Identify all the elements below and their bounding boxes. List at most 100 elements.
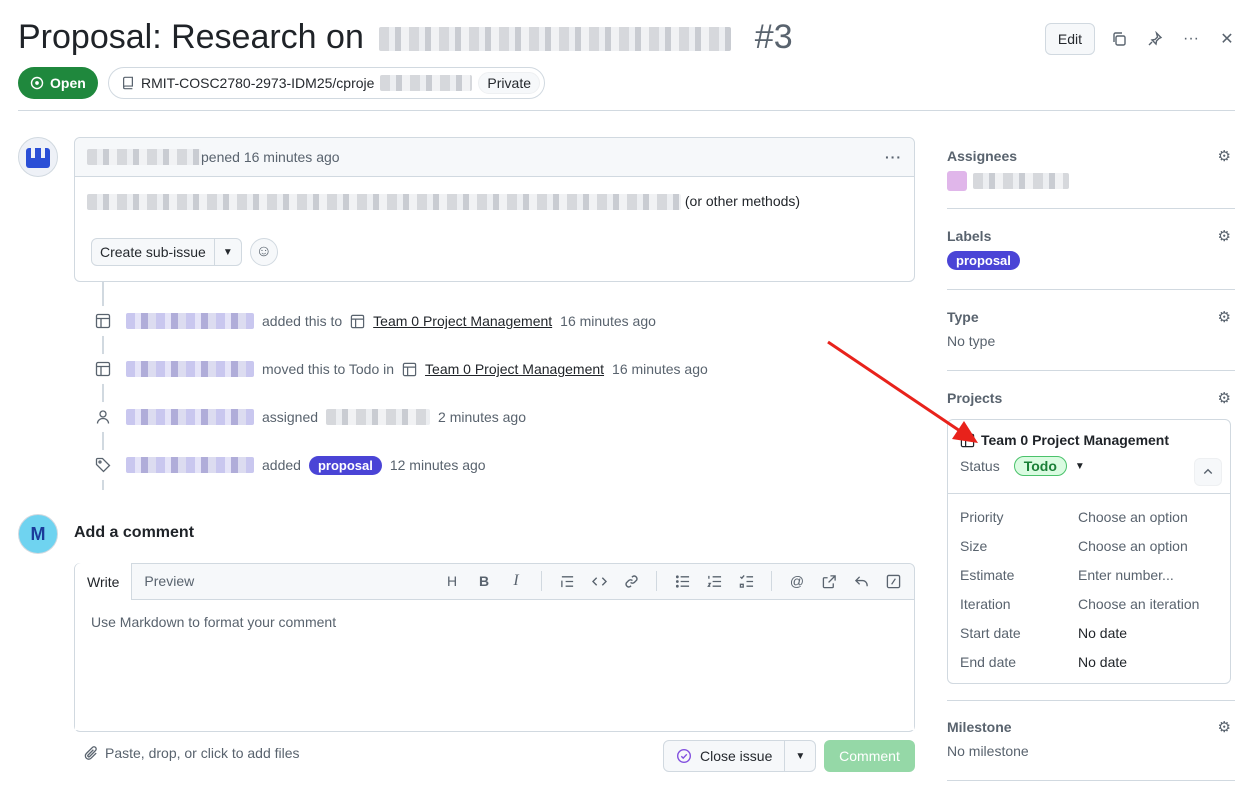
quote-icon[interactable]: [552, 566, 582, 596]
table-icon: [88, 306, 118, 336]
status-select[interactable]: Todo ▼: [1013, 456, 1085, 476]
project-field-estimate: Estimate Enter number...: [948, 560, 1230, 589]
ordered-list-icon[interactable]: [699, 566, 729, 596]
heading-icon[interactable]: H: [437, 566, 467, 596]
task-list-icon[interactable]: [731, 566, 761, 596]
timeline-event: added this to Team 0 Project Management …: [88, 306, 656, 336]
timeline-time: 16 minutes ago: [612, 361, 708, 377]
project-status-row: Status Todo ▼: [960, 456, 1218, 476]
tab-write[interactable]: Write: [75, 563, 133, 600]
link-icon[interactable]: [616, 566, 646, 596]
repo-link[interactable]: RMIT-COSC2780-2973-IDM25/cproje Private: [108, 67, 545, 99]
comment-options-icon[interactable]: ···: [885, 149, 902, 165]
chevron-down-icon[interactable]: ▼: [784, 741, 815, 771]
timeline-action: added this to: [262, 313, 343, 329]
unordered-list-icon[interactable]: [667, 566, 697, 596]
current-user-avatar[interactable]: M: [18, 514, 58, 554]
project-card: Team 0 Project Management Status Todo ▼ …: [947, 419, 1231, 684]
close-issue-button[interactable]: Close issue ▼: [663, 740, 817, 772]
field-key: Start date: [960, 624, 1021, 641]
milestone-title: Milestone: [947, 719, 1012, 735]
repo-visibility-badge: Private: [478, 72, 540, 94]
field-value[interactable]: No date: [1078, 654, 1127, 670]
assignees-heading: Assignees ⚙: [947, 146, 1235, 166]
project-name[interactable]: Team 0 Project Management: [960, 432, 1218, 448]
labels-title: Labels: [947, 228, 992, 244]
comment-header: pened 16 minutes ago ···: [75, 138, 914, 177]
code-icon[interactable]: [584, 566, 614, 596]
italic-icon[interactable]: I: [501, 566, 531, 596]
add-reaction-icon[interactable]: ☺: [249, 238, 278, 266]
create-sub-issue-button[interactable]: Create sub-issue ▼: [91, 238, 242, 266]
tab-preview[interactable]: Preview: [132, 563, 206, 599]
field-key: Estimate: [960, 566, 1015, 583]
attach-files-label: Paste, drop, or click to add files: [105, 745, 300, 761]
gear-icon[interactable]: ⚙: [1218, 147, 1231, 165]
redacted-assignee-name: [973, 173, 1069, 189]
sidebar-divider: [947, 780, 1235, 781]
slash-commands-icon[interactable]: [878, 566, 908, 596]
sidebar-labels: Labels ⚙ proposal: [947, 226, 1235, 270]
label-badge[interactable]: proposal: [308, 455, 382, 475]
paperclip-icon: [84, 745, 97, 760]
gear-icon[interactable]: ⚙: [1218, 227, 1231, 245]
field-value[interactable]: Choose an iteration: [1078, 596, 1199, 612]
mention-icon[interactable]: @: [782, 566, 812, 596]
timeline-event: assigned 2 minutes ago: [88, 402, 526, 432]
bold-icon[interactable]: B: [469, 566, 499, 596]
field-value[interactable]: Enter number...: [1078, 567, 1174, 583]
project-field-priority: Priority Choose an option: [948, 502, 1230, 531]
chevron-up-icon[interactable]: [1194, 458, 1222, 486]
milestone-heading: Milestone ⚙: [947, 717, 1235, 737]
redacted-actor: [126, 409, 254, 425]
close-issue-main[interactable]: Close issue: [664, 741, 784, 771]
field-value[interactable]: Choose an option: [1078, 509, 1188, 525]
close-issue-label: Close issue: [700, 748, 773, 764]
close-icon[interactable]: ✕: [1215, 27, 1239, 51]
attach-files[interactable]: Paste, drop, or click to add files: [84, 745, 300, 761]
comment-editor: Write Preview H B I @ Use Markdown to fo…: [74, 563, 915, 732]
timeline-event: moved this to Todo in Team 0 Project Man…: [88, 354, 708, 384]
issue-closed-icon: [676, 748, 692, 764]
pin-icon[interactable]: [1143, 27, 1167, 51]
reply-icon[interactable]: [846, 566, 876, 596]
timeline-time: 12 minutes ago: [389, 457, 486, 473]
comment-textarea[interactable]: [75, 600, 914, 730]
reference-icon[interactable]: [814, 566, 844, 596]
author-avatar[interactable]: [18, 137, 58, 177]
redacted-author: [87, 149, 201, 165]
type-value: No type: [947, 333, 996, 349]
copy-icon[interactable]: [1107, 27, 1131, 51]
project-link[interactable]: Team 0 Project Management: [373, 313, 552, 329]
label-badge[interactable]: proposal: [947, 251, 1020, 270]
gear-icon[interactable]: ⚙: [1218, 389, 1231, 407]
issue-number: #3: [754, 18, 793, 56]
field-value[interactable]: Choose an option: [1078, 538, 1188, 554]
issue-body-comment: pened 16 minutes ago ··· (or other metho…: [74, 137, 915, 282]
timeline-action: assigned: [262, 409, 319, 425]
add-comment-title: Add a comment: [74, 524, 195, 541]
timeline-action: moved this to Todo in: [262, 361, 395, 377]
sidebar-divider: [947, 370, 1235, 371]
comment-body-suffix: (or other methods): [684, 193, 801, 209]
more-options-icon[interactable]: ···: [1179, 27, 1203, 51]
project-field-start-date: Start date No date: [948, 618, 1230, 647]
project-link[interactable]: Team 0 Project Management: [425, 361, 604, 377]
sidebar-type: Type ⚙ No type: [947, 307, 1235, 349]
edit-button[interactable]: Edit: [1044, 23, 1095, 55]
project-field-iteration: Iteration Choose an iteration: [948, 589, 1230, 618]
project-table-icon: [402, 362, 417, 376]
comment-body: (or other methods): [75, 177, 914, 211]
assignee-entry[interactable]: [947, 171, 1235, 191]
comment-submit-button[interactable]: Comment: [824, 740, 915, 772]
chevron-down-icon[interactable]: ▼: [213, 239, 241, 265]
labels-heading: Labels ⚙: [947, 226, 1235, 246]
gear-icon[interactable]: ⚙: [1218, 718, 1231, 736]
editor-tabs: Write Preview H B I @: [75, 563, 914, 600]
field-key: End date: [960, 653, 1017, 670]
gear-icon[interactable]: ⚙: [1218, 308, 1231, 326]
issue-open-icon: [30, 76, 44, 90]
project-field-end-date: End date No date: [948, 647, 1230, 676]
field-key: Iteration: [960, 595, 1011, 612]
field-value[interactable]: No date: [1078, 625, 1127, 641]
